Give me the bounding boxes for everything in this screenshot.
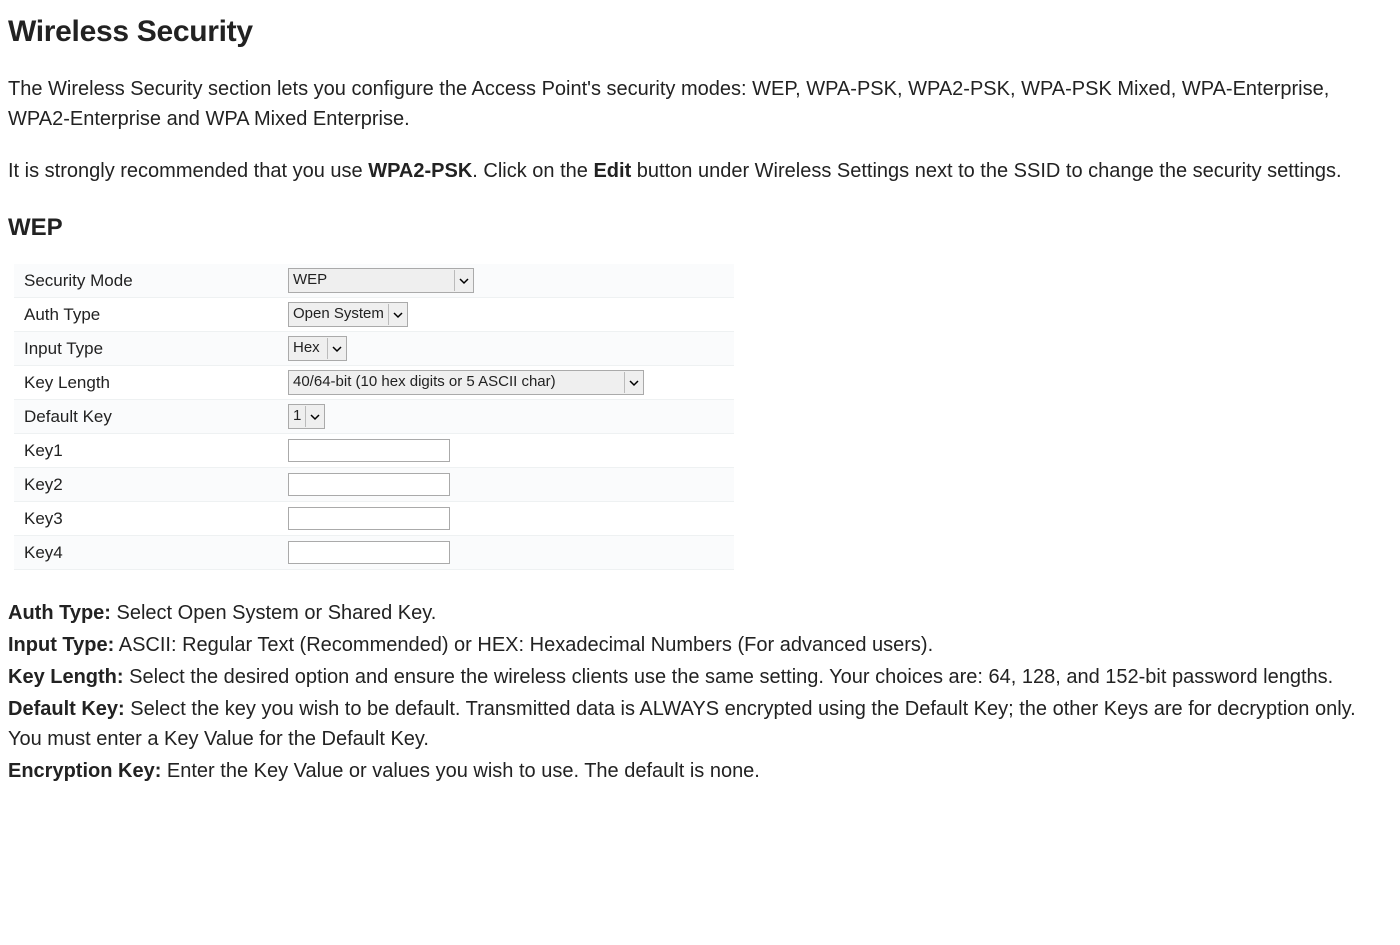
def-key-length: Key Length: Select the desired option an… — [8, 662, 1392, 692]
label-key4: Key4 — [24, 540, 288, 566]
row-key2: Key2 — [14, 468, 734, 502]
row-key4: Key4 — [14, 536, 734, 570]
chevron-down-icon — [454, 270, 473, 291]
label-input-type: Input Type — [24, 336, 288, 362]
def-input-type: Input Type: ASCII: Regular Text (Recomme… — [8, 630, 1392, 660]
key4-input[interactable] — [288, 541, 450, 564]
def-default-key-text: Select the key you wish to be default. T… — [8, 698, 1356, 750]
default-key-select[interactable]: 1 — [288, 404, 325, 429]
label-security-mode: Security Mode — [24, 268, 288, 294]
label-key1: Key1 — [24, 438, 288, 464]
page-title: Wireless Security — [8, 9, 1392, 54]
key1-input[interactable] — [288, 439, 450, 462]
auth-type-value: Open System — [293, 303, 388, 326]
label-key2: Key2 — [24, 472, 288, 498]
intro-paragraph-2: It is strongly recommended that you use … — [8, 156, 1392, 186]
label-default-key: Default Key — [24, 404, 288, 430]
row-input-type: Input Type Hex — [14, 332, 734, 366]
security-mode-select[interactable]: WEP — [288, 268, 474, 293]
key2-input[interactable] — [288, 473, 450, 496]
row-key3: Key3 — [14, 502, 734, 536]
def-encryption-key-text: Enter the Key Value or values you wish t… — [161, 760, 760, 782]
intro-paragraph-1: The Wireless Security section lets you c… — [8, 74, 1392, 134]
chevron-down-icon — [305, 406, 324, 427]
def-input-type-text: ASCII: Regular Text (Recommended) or HEX… — [114, 634, 933, 656]
label-key3: Key3 — [24, 506, 288, 532]
input-type-select[interactable]: Hex — [288, 336, 347, 361]
intro-bold-wpa2psk: WPA2-PSK — [368, 160, 472, 182]
row-key-length: Key Length 40/64-bit (10 hex digits or 5… — [14, 366, 734, 400]
chevron-down-icon — [624, 372, 643, 393]
auth-type-select[interactable]: Open System — [288, 302, 408, 327]
def-auth-type-label: Auth Type: — [8, 602, 111, 624]
chevron-down-icon — [327, 338, 346, 359]
def-auth-type: Auth Type: Select Open System or Shared … — [8, 598, 1392, 628]
wep-heading: WEP — [8, 210, 1392, 246]
label-key-length: Key Length — [24, 370, 288, 396]
def-encryption-key: Encryption Key: Enter the Key Value or v… — [8, 756, 1392, 786]
def-default-key: Default Key: Select the key you wish to … — [8, 694, 1392, 754]
key-length-value: 40/64-bit (10 hex digits or 5 ASCII char… — [293, 371, 624, 394]
intro-bold-edit: Edit — [593, 160, 631, 182]
intro-text-c: button under Wireless Settings next to t… — [631, 160, 1341, 182]
input-type-value: Hex — [293, 337, 327, 360]
security-mode-value: WEP — [293, 269, 454, 292]
default-key-value: 1 — [293, 405, 305, 428]
row-key1: Key1 — [14, 434, 734, 468]
row-auth-type: Auth Type Open System — [14, 298, 734, 332]
def-key-length-text: Select the desired option and ensure the… — [124, 666, 1334, 688]
key3-input[interactable] — [288, 507, 450, 530]
def-key-length-label: Key Length: — [8, 666, 124, 688]
def-auth-type-text: Select Open System or Shared Key. — [111, 602, 436, 624]
label-auth-type: Auth Type — [24, 302, 288, 328]
key-length-select[interactable]: 40/64-bit (10 hex digits or 5 ASCII char… — [288, 370, 644, 395]
def-default-key-label: Default Key: — [8, 698, 125, 720]
intro-text-b: . Click on the — [472, 160, 593, 182]
def-input-type-label: Input Type: — [8, 634, 114, 656]
wep-settings-panel: Security Mode WEP Auth Type Open System … — [14, 264, 734, 570]
row-security-mode: Security Mode WEP — [14, 264, 734, 298]
chevron-down-icon — [388, 304, 407, 325]
intro-text-a: It is strongly recommended that you use — [8, 160, 368, 182]
def-encryption-key-label: Encryption Key: — [8, 760, 161, 782]
definitions: Auth Type: Select Open System or Shared … — [8, 598, 1392, 786]
row-default-key: Default Key 1 — [14, 400, 734, 434]
